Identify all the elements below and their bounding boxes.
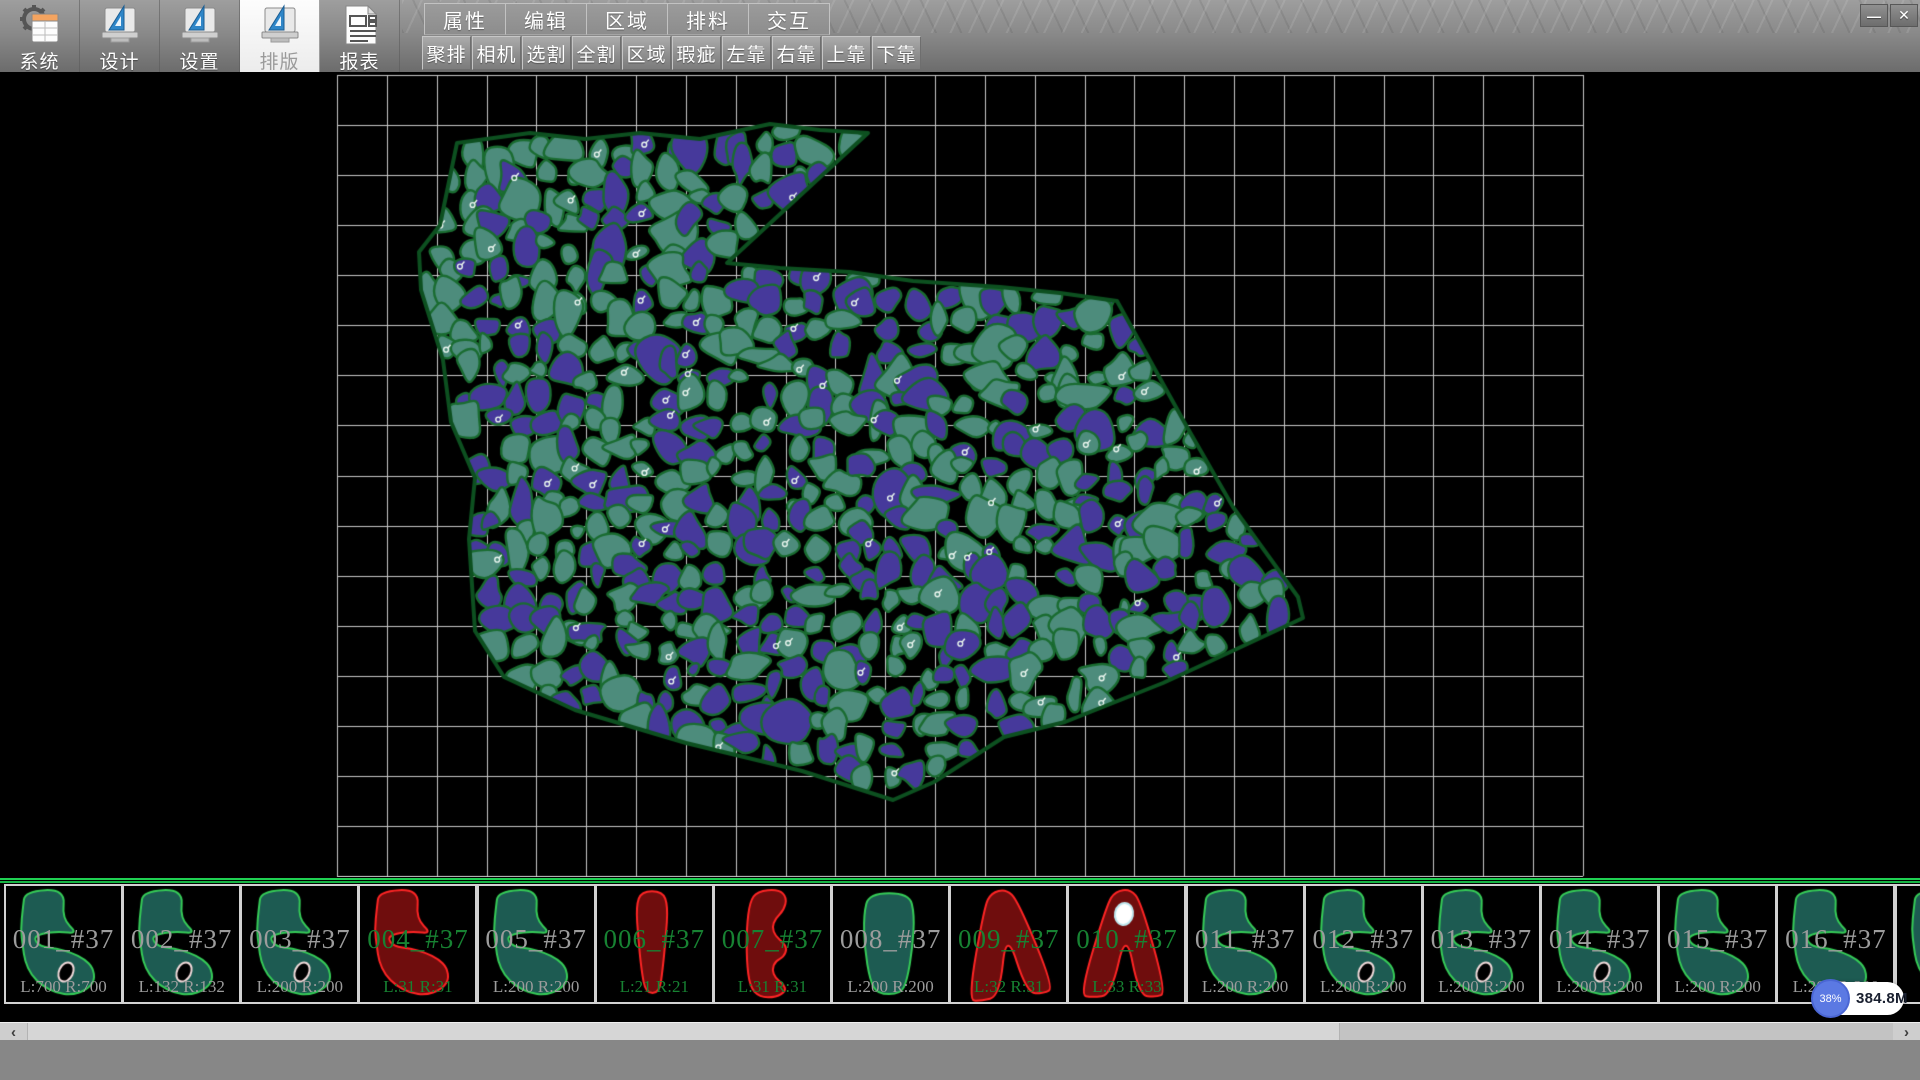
part-lr-count: L:200 R:200 [1306, 977, 1421, 997]
settings-ruler-icon [177, 4, 223, 46]
main-toolbar: 系统 设计 设置 排版 报表 [0, 0, 400, 72]
part-lr-count: L:33 R:33 [1069, 977, 1184, 997]
part-lr-count: L:132 R:132 [124, 977, 239, 997]
parts-filmstrip: 001_#37L:700 R:700002_#37L:132 R:132003_… [0, 884, 1920, 1005]
part-id-label: 016_#37 [1778, 924, 1893, 955]
part-lr-count: L:700 R:700 [6, 977, 121, 997]
part-thumbnail-1[interactable]: 001_#37 L:700 R:700 [4, 884, 123, 1004]
memory-size: 384.8M [1856, 982, 1908, 1015]
part-thumbnail-13[interactable]: 013_#37 L:200 R:200 [1422, 884, 1541, 1004]
part-thumbnail-10[interactable]: 010_#37 L:33 R:33 [1067, 884, 1186, 1004]
part-id-label: 013_#37 [1424, 924, 1539, 955]
close-button[interactable]: ✕ [1890, 4, 1918, 27]
status-bar [0, 1040, 1920, 1080]
part-lr-count: L:31 R:31 [360, 977, 475, 997]
part-id-label: 002_#37 [124, 924, 239, 955]
layout-ruler-icon [257, 4, 303, 46]
menu-tab-strip: 属性编辑区域排料交互 [424, 3, 830, 33]
part-thumbnail-4[interactable]: 004_#37 L:31 R:31 [358, 884, 477, 1004]
action-button-5[interactable]: 区域 [622, 36, 671, 70]
part-id-label: 008_#37 [833, 924, 948, 955]
memory-badge: 38% 384.8M [1813, 982, 1904, 1015]
scroll-left-arrow[interactable]: ‹ [0, 1023, 27, 1041]
action-button-8[interactable]: 右靠 [772, 36, 821, 70]
action-button-strip: 聚排相机选割全割区域瑕疵左靠右靠上靠下靠 [422, 36, 922, 70]
action-button-1[interactable]: 聚排 [422, 36, 471, 70]
filmstrip-separator [0, 877, 1920, 884]
part-lr-count: L:21 R:21 [597, 977, 712, 997]
part-lr-count: L:200 R:200 [1542, 977, 1657, 997]
toolbar-button-3[interactable]: 设置 [160, 0, 240, 72]
part-lr-count: L:32 R:31 [951, 977, 1066, 997]
part-thumbnail-3[interactable]: 003_#37 L:200 R:200 [240, 884, 359, 1004]
part-lr-count: L:200 R:200 [479, 977, 594, 997]
part-id-label: 001_#37 [6, 924, 121, 955]
toolbar-button-label: 系统 [19, 47, 59, 74]
part-id-label: 011_#37 [1188, 924, 1303, 955]
part-thumbnail-15[interactable]: 015_#37 L:200 R:200 [1658, 884, 1777, 1004]
part-lr-count: L:31 R:31 [715, 977, 830, 997]
scroll-thumb[interactable] [27, 1023, 1340, 1040]
toolbar-button-label: 设计 [99, 47, 139, 74]
app-window: 系统设计设置排版报表 属性编辑区域排料交互 聚排相机选割全割区域瑕疵左靠右靠上靠… [0, 0, 1920, 1080]
horizontal-scrollbar[interactable]: ‹ › [0, 1022, 1920, 1040]
action-button-9[interactable]: 上靠 [822, 36, 871, 70]
part-id-label: 010_#37 [1069, 924, 1184, 955]
nesting-workspace-canvas[interactable] [0, 72, 1920, 878]
toolbar-button-label: 排版 [259, 47, 299, 74]
part-id-label: 014_#37 [1542, 924, 1657, 955]
part-id-label: 004_#37 [360, 924, 475, 955]
memory-percent: 38% [1819, 993, 1841, 1005]
action-button-3[interactable]: 选割 [522, 36, 571, 70]
window-controls: — ✕ [1860, 4, 1918, 27]
part-lr-count: L:200 R:200 [1188, 977, 1303, 997]
part-thumbnail-11[interactable]: 011_#37 L:200 R:200 [1186, 884, 1305, 1004]
toolbar-button-5[interactable]: 报表 [320, 0, 400, 72]
action-button-6[interactable]: 瑕疵 [672, 36, 721, 70]
part-id-label: 015_#37 [1660, 924, 1775, 955]
part-id-label: 012_#37 [1306, 924, 1421, 955]
menu-tab-4[interactable]: 排料 [667, 3, 748, 35]
system-gear-icon [18, 4, 62, 46]
part-lr-count: L:200 R:200 [833, 977, 948, 997]
title-toolbar: 系统设计设置排版报表 属性编辑区域排料交互 聚排相机选割全割区域瑕疵左靠右靠上靠… [0, 0, 1920, 72]
part-lr-count: L:200 R:200 [1424, 977, 1539, 997]
part-lr-count: L:200 R:200 [242, 977, 357, 997]
action-button-10[interactable]: 下靠 [872, 36, 921, 70]
toolbar-button-1[interactable]: 系统 [0, 0, 80, 72]
part-thumbnail-7[interactable]: 007_#37 L:31 R:31 [713, 884, 832, 1004]
menu-tab-5[interactable]: 交互 [748, 3, 830, 35]
part-id-label: 003_#37 [242, 924, 357, 955]
action-button-4[interactable]: 全割 [572, 36, 621, 70]
minimize-button[interactable]: — [1860, 4, 1888, 27]
part-thumbnail-9[interactable]: 009_#37 L:32 R:31 [949, 884, 1068, 1004]
part-id-label: 005_#37 [479, 924, 594, 955]
part-thumbnail-14[interactable]: 014_#37 L:200 R:200 [1540, 884, 1659, 1004]
part-lr-count: L:200 R:200 [1660, 977, 1775, 997]
toolbar-button-label: 报表 [339, 47, 379, 74]
toolbar-button-4[interactable]: 排版 [240, 0, 320, 72]
toolbar-button-label: 设置 [179, 47, 219, 74]
menu-tab-1[interactable]: 属性 [424, 3, 505, 35]
part-id-label: 009_#37 [951, 924, 1066, 955]
report-document-icon [338, 4, 382, 46]
toolbar-button-2[interactable]: 设计 [80, 0, 160, 72]
design-ruler-icon [97, 4, 143, 46]
part-id-label: 007_#37 [715, 924, 830, 955]
scroll-right-arrow[interactable]: › [1893, 1023, 1920, 1041]
menu-tab-2[interactable]: 编辑 [505, 3, 586, 35]
menu-tab-3[interactable]: 区域 [586, 3, 667, 35]
part-thumbnail-6[interactable]: 006_#37 L:21 R:21 [595, 884, 714, 1004]
action-button-2[interactable]: 相机 [472, 36, 521, 70]
part-thumbnail-12[interactable]: 012_#37 L:200 R:200 [1304, 884, 1423, 1004]
action-button-7[interactable]: 左靠 [722, 36, 771, 70]
part-thumbnail-5[interactable]: 005_#37 L:200 R:200 [477, 884, 596, 1004]
part-thumbnail-8[interactable]: 008_#37 L:200 R:200 [831, 884, 950, 1004]
memory-percent-circle: 38% [1811, 979, 1850, 1018]
part-id-label: 006_#37 [597, 924, 712, 955]
part-thumbnail-2[interactable]: 002_#37 L:132 R:132 [122, 884, 241, 1004]
